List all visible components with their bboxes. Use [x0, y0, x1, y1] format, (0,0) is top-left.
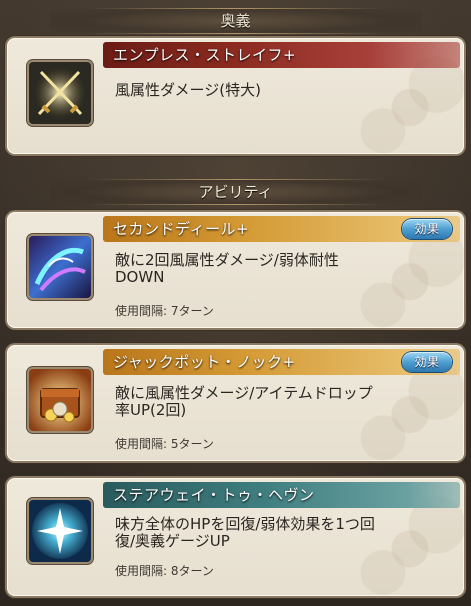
ability-title-bar: ステアウェイ・トゥ・ヘヴン [103, 482, 460, 508]
ability-cooldown: 使用間隔: 7ターン [115, 304, 214, 318]
effect-button[interactable]: 効果 [402, 219, 452, 239]
effect-button[interactable]: 効果 [402, 352, 452, 372]
ability-name: ステアウェイ・トゥ・ヘヴン [113, 486, 315, 504]
swirl-magic-icon [29, 236, 91, 298]
ability-card[interactable]: ジャックポット・ノック+ 効果 敵に風属性ダメージ/アイテムドロップ 率UP(2… [7, 345, 464, 461]
treasure-chest-icon [29, 369, 91, 431]
ability-title-bar: ジャックポット・ノック+ 効果 [103, 349, 460, 375]
ability-cooldown: 使用間隔: 8ターン [115, 564, 214, 578]
ability-cooldown: 使用間隔: 5ターン [115, 437, 214, 451]
ability-name: セカンドディール+ [113, 220, 250, 238]
crossed-swords-icon [29, 62, 91, 124]
ability-description: 敵に風属性ダメージ/アイテムドロップ 率UP(2回) [115, 384, 373, 419]
ability-name: ジャックポット・ノック+ [113, 353, 296, 371]
ability-title-bar: セカンドディール+ 効果 [103, 216, 460, 242]
ougi-section-header: 奥義 [50, 8, 421, 34]
ougi-description: 風属性ダメージ(特大) [115, 81, 261, 99]
ougi-card[interactable]: エンプレス・ストレイフ+ 風属性ダメージ(特大) [7, 38, 464, 154]
ability-description: 敵に2回風属性ダメージ/弱体耐性 DOWN [115, 251, 339, 286]
ability-card[interactable]: ステアウェイ・トゥ・ヘヴン 味方全体のHPを回復/弱体効果を1つ回 復/奥義ゲー… [7, 478, 464, 596]
sparkle-star-icon [29, 500, 91, 562]
ability-section-header: アビリティ [50, 179, 421, 205]
ougi-name: エンプレス・ストレイフ+ [103, 42, 460, 68]
ability-card[interactable]: セカンドディール+ 効果 敵に2回風属性ダメージ/弱体耐性 DOWN 使用間隔:… [7, 212, 464, 328]
ability-description: 味方全体のHPを回復/弱体効果を1つ回 復/奥義ゲージUP [115, 515, 375, 550]
